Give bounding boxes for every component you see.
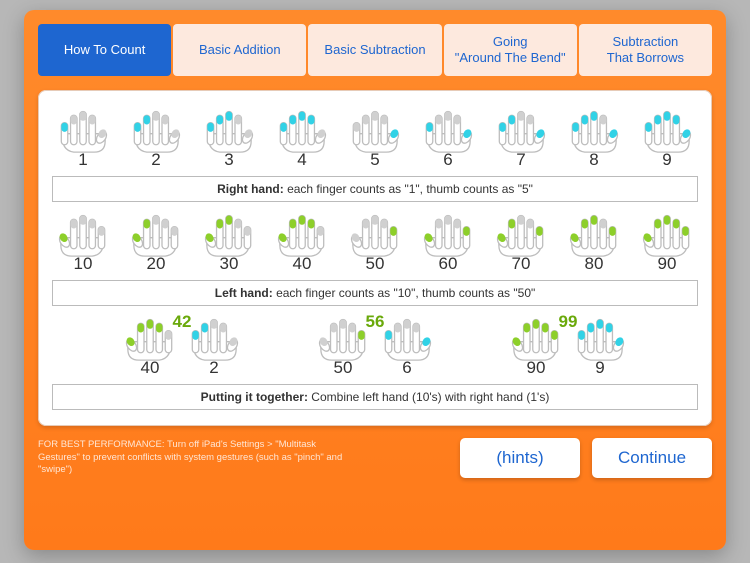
tab-basic-addition[interactable]: Basic Addition (173, 24, 306, 76)
hand-icon (420, 106, 476, 154)
row-left-hand: 102030405060708090 (52, 210, 698, 274)
continue-button[interactable]: Continue (592, 438, 712, 478)
combo-group: 90999 (505, 314, 631, 378)
hand-icon (201, 106, 257, 154)
hints-button[interactable]: (hints) (460, 438, 580, 478)
hand-icon (379, 314, 435, 362)
hand-icon (122, 314, 178, 362)
hand-icon (566, 106, 622, 154)
tutorial-panel: How To Count Basic Addition Basic Subtra… (24, 10, 726, 550)
hand-chip: 2 (183, 314, 245, 378)
row-right-hand: 123456789 (52, 106, 698, 170)
hand-chip: 70 (490, 210, 552, 274)
hand-icon (347, 210, 403, 258)
rule-combine: Putting it together: Combine left hand (… (52, 384, 698, 410)
hand-icon (274, 106, 330, 154)
hand-icon (420, 210, 476, 258)
hand-chip: 8 (563, 106, 625, 170)
combo-sum: 99 (559, 312, 578, 332)
tab-basic-subtraction[interactable]: Basic Subtraction (308, 24, 441, 76)
hand-icon (201, 210, 257, 258)
combo-sum: 42 (173, 312, 192, 332)
rule-left-hand: Left hand: each finger counts as "10", t… (52, 280, 698, 306)
hand-icon (572, 314, 628, 362)
tab-bar: How To Count Basic Addition Basic Subtra… (38, 24, 712, 76)
performance-note: FOR BEST PERFORMANCE: Turn off iPad's Se… (38, 439, 358, 476)
hand-chip: 6 (376, 314, 438, 378)
hand-icon (493, 210, 549, 258)
hand-chip: 10 (52, 210, 114, 274)
hand-icon (274, 210, 330, 258)
hand-icon (493, 106, 549, 154)
hand-chip: 9 (636, 106, 698, 170)
rule-right-hand: Right hand: each finger counts as "1", t… (52, 176, 698, 202)
hand-icon (55, 210, 111, 258)
hand-chip: 90 (636, 210, 698, 274)
hand-chip: 4 (271, 106, 333, 170)
footer: FOR BEST PERFORMANCE: Turn off iPad's Se… (38, 438, 712, 478)
hand-chip: 2 (125, 106, 187, 170)
tab-around-the-bend[interactable]: Going "Around The Bend" (444, 24, 577, 76)
hand-chip: 80 (563, 210, 625, 274)
hand-chip: 7 (490, 106, 552, 170)
hand-chip: 40 (271, 210, 333, 274)
hand-chip: 60 (417, 210, 479, 274)
hand-chip: 20 (125, 210, 187, 274)
hand-chip: 30 (198, 210, 260, 274)
hand-chip: 50 (344, 210, 406, 274)
hand-chip: 5 (344, 106, 406, 170)
hand-icon (566, 210, 622, 258)
hand-chip: 1 (52, 106, 114, 170)
hand-icon (315, 314, 371, 362)
hand-icon (55, 106, 111, 154)
hand-icon (508, 314, 564, 362)
hand-icon (186, 314, 242, 362)
hand-chip: 6 (417, 106, 479, 170)
tab-how-to-count[interactable]: How To Count (38, 24, 171, 76)
hand-chip: 9 (569, 314, 631, 378)
tab-subtraction-borrows[interactable]: Subtraction That Borrows (579, 24, 712, 76)
combo-sum: 56 (366, 312, 385, 332)
combo-group: 40242 (119, 314, 245, 378)
hand-chip: 3 (198, 106, 260, 170)
hand-icon (128, 210, 184, 258)
hand-icon (639, 210, 695, 258)
combo-group: 50656 (312, 314, 438, 378)
hand-icon (639, 106, 695, 154)
hand-icon (128, 106, 184, 154)
content-card: 123456789 Right hand: each finger counts… (38, 90, 712, 426)
hand-icon (347, 106, 403, 154)
row-combos: 40242 50656 90999 (52, 314, 698, 378)
